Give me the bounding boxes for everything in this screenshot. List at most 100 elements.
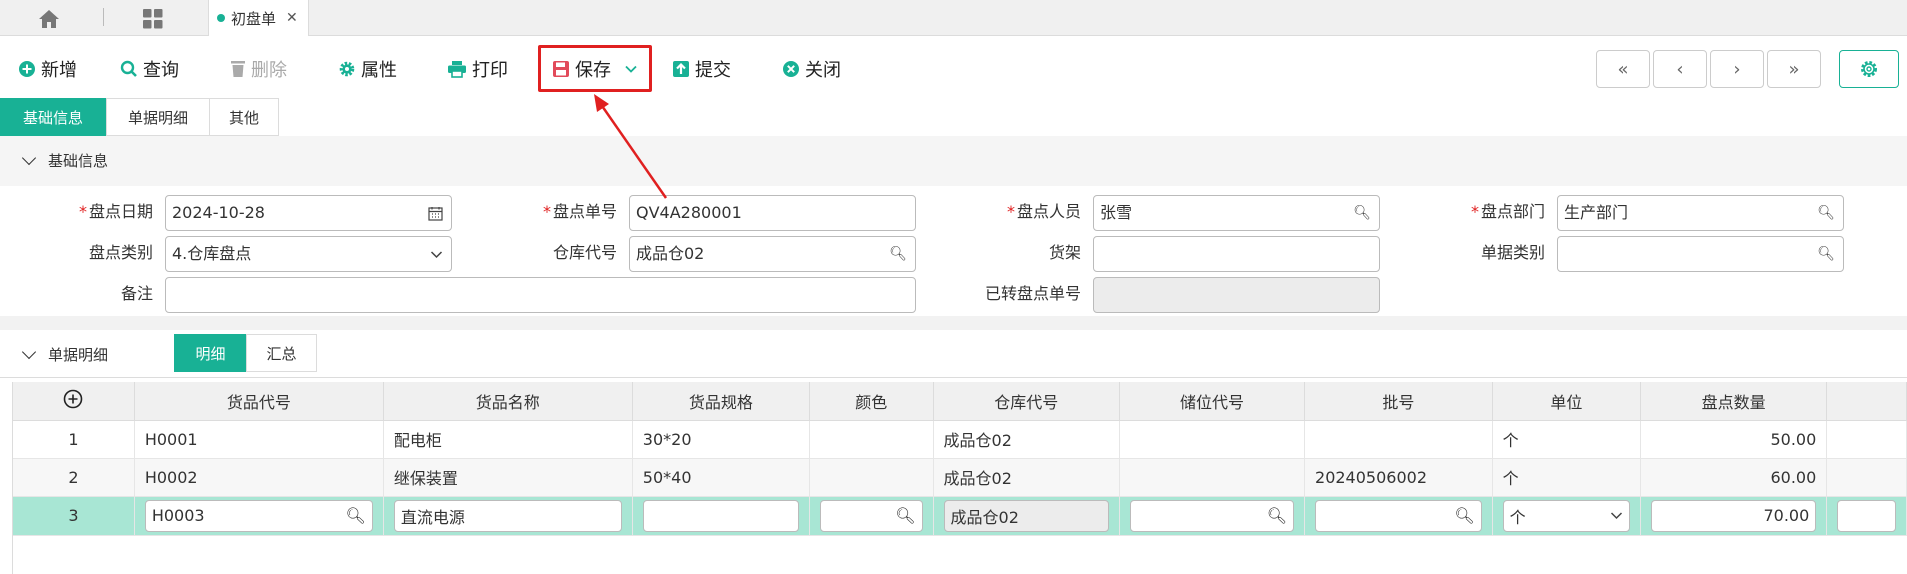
- previous-icon: ‹: [1676, 58, 1684, 80]
- cell-warehouse: 成品仓02: [933, 496, 1120, 536]
- unit-select[interactable]: 个: [1502, 499, 1631, 532]
- cell-qty[interactable]: 60.00: [1640, 458, 1828, 497]
- calendar-icon[interactable]: [428, 206, 443, 221]
- cell-spec[interactable]: 50*40: [632, 458, 811, 497]
- query-button[interactable]: 查询: [120, 54, 179, 84]
- submit-button[interactable]: 提交: [672, 54, 731, 84]
- counter-field[interactable]: 张雪 🔍︎: [1093, 195, 1380, 231]
- cell-unit[interactable]: 个: [1492, 458, 1642, 497]
- count-no-field[interactable]: QV4A280001: [629, 195, 916, 231]
- cell-spec[interactable]: 30*20: [632, 420, 811, 459]
- search-icon[interactable]: 🔍︎: [1353, 196, 1371, 230]
- cell-color[interactable]: [809, 458, 934, 497]
- column-header[interactable]: 单位: [1492, 382, 1642, 421]
- cell-warehouse[interactable]: 成品仓02: [933, 420, 1120, 459]
- search-icon[interactable]: 🔍︎: [346, 506, 366, 525]
- cell-code: H0003 🔍︎: [134, 496, 384, 536]
- cell-batch[interactable]: 20240506002: [1304, 458, 1493, 497]
- tab-summary[interactable]: 汇总: [246, 334, 317, 372]
- detail-section-title[interactable]: 单据明细: [21, 344, 108, 365]
- apps-grid-icon[interactable]: [143, 9, 163, 29]
- column-header[interactable]: 盘点数量: [1640, 382, 1828, 421]
- next-record-button[interactable]: ›: [1710, 50, 1764, 88]
- column-header[interactable]: 货品名称: [383, 382, 633, 421]
- query-button-label: 查询: [143, 60, 179, 81]
- last-record-button[interactable]: »: [1767, 50, 1821, 88]
- add-row-header[interactable]: [13, 382, 135, 421]
- delete-button[interactable]: 删除: [230, 54, 287, 84]
- tab-other[interactable]: 其他: [209, 98, 279, 136]
- search-icon[interactable]: 🔍︎: [895, 506, 915, 525]
- cell-code[interactable]: H0001: [134, 420, 384, 459]
- first-record-button[interactable]: «: [1596, 50, 1650, 88]
- cell-unit: 个: [1492, 496, 1642, 536]
- cell-name[interactable]: 继保装置: [383, 458, 633, 497]
- home-icon[interactable]: [38, 9, 62, 29]
- close-button[interactable]: 关闭: [782, 54, 841, 84]
- add-row-icon[interactable]: [63, 389, 83, 409]
- column-header[interactable]: 批号: [1304, 382, 1493, 421]
- search-icon[interactable]: 🔍︎: [889, 237, 907, 271]
- cell-qty[interactable]: 50.00: [1640, 420, 1828, 459]
- chevron-down-icon[interactable]: [21, 344, 37, 360]
- batch-input[interactable]: 🔍︎: [1315, 499, 1482, 532]
- dept-field[interactable]: 生产部门 🔍︎: [1557, 195, 1844, 231]
- warehouse-field[interactable]: 成品仓02 🔍︎: [629, 236, 916, 272]
- cell-warehouse[interactable]: 成品仓02: [933, 458, 1120, 497]
- location-input[interactable]: 🔍︎: [1129, 499, 1295, 532]
- print-button[interactable]: 打印: [447, 54, 508, 84]
- name-input[interactable]: 直流电源: [393, 499, 622, 532]
- count-date-field[interactable]: 2024-10-28: [165, 195, 452, 231]
- table-row-selected[interactable]: 3 H0003 🔍︎ 直流电源 🔍︎ 成品仓02 🔍︎ 🔍︎ 个 70.00: [13, 496, 1907, 536]
- section-divider: [0, 316, 1907, 330]
- cell-unit[interactable]: 个: [1492, 420, 1642, 459]
- code-input[interactable]: H0003 🔍︎: [144, 499, 373, 532]
- tab-separator: [103, 8, 104, 26]
- chevron-down-icon[interactable]: [21, 150, 37, 166]
- dept-label: * 盘点部门: [1470, 202, 1545, 221]
- chevron-down-icon: [430, 250, 443, 258]
- tab-document[interactable]: 初盘单 ✕: [208, 0, 309, 36]
- previous-record-button[interactable]: ‹: [1653, 50, 1707, 88]
- color-input[interactable]: 🔍︎: [820, 499, 923, 532]
- cell-name[interactable]: 配电柜: [383, 420, 633, 459]
- column-header[interactable]: 储位代号: [1119, 382, 1306, 421]
- detail-section-header: 单据明细 明细 汇总: [0, 330, 1907, 378]
- column-header[interactable]: 货品规格: [632, 382, 811, 421]
- cell-code[interactable]: H0002: [134, 458, 384, 497]
- close-tab-icon[interactable]: ✕: [286, 10, 298, 26]
- cell-batch[interactable]: [1304, 420, 1493, 459]
- plus-circle-icon: [19, 61, 35, 77]
- table-row[interactable]: 1 H0001 配电柜 30*20 成品仓02 个 50.00: [13, 420, 1907, 459]
- settings-button[interactable]: [1839, 50, 1899, 88]
- detail-table: 货品代号 货品名称 货品规格 颜色 仓库代号 储位代号 批号 单位 盘点数量 1…: [12, 382, 1907, 574]
- cell-color[interactable]: [809, 420, 934, 459]
- shelf-field[interactable]: [1093, 236, 1380, 272]
- basic-section-header[interactable]: 基础信息: [0, 136, 1907, 186]
- tab-detail-lines[interactable]: 明细: [174, 334, 247, 372]
- doc-type-field[interactable]: 🔍︎: [1557, 236, 1844, 272]
- properties-button[interactable]: 属性: [338, 54, 397, 84]
- column-header[interactable]: 颜色: [809, 382, 934, 421]
- cell-qty: 70.00: [1640, 496, 1828, 536]
- column-header[interactable]: 货品代号: [134, 382, 384, 421]
- search-icon[interactable]: 🔍︎: [1817, 196, 1835, 230]
- search-icon[interactable]: 🔍︎: [1454, 506, 1474, 525]
- extra-input[interactable]: [1837, 499, 1896, 532]
- remark-field[interactable]: [165, 277, 916, 313]
- qty-input[interactable]: 70.00: [1651, 499, 1817, 532]
- search-icon[interactable]: 🔍︎: [1267, 506, 1287, 525]
- basic-section-label: 基础信息: [48, 152, 109, 170]
- tab-detail[interactable]: 单据明细: [106, 98, 210, 136]
- table-row[interactable]: 2 H0002 继保装置 50*40 成品仓02 20240506002 个 6…: [13, 458, 1907, 497]
- count-type-select[interactable]: 4.仓库盘点: [165, 236, 452, 272]
- cell-location[interactable]: [1119, 420, 1306, 459]
- properties-button-label: 属性: [361, 60, 397, 81]
- add-button[interactable]: 新增: [18, 54, 77, 84]
- search-icon[interactable]: 🔍︎: [1817, 237, 1835, 271]
- cell-spec: [632, 496, 811, 536]
- tab-basic-info[interactable]: 基础信息: [0, 98, 106, 136]
- column-header[interactable]: 仓库代号: [933, 382, 1120, 421]
- spec-input[interactable]: [642, 499, 800, 532]
- cell-location[interactable]: [1119, 458, 1306, 497]
